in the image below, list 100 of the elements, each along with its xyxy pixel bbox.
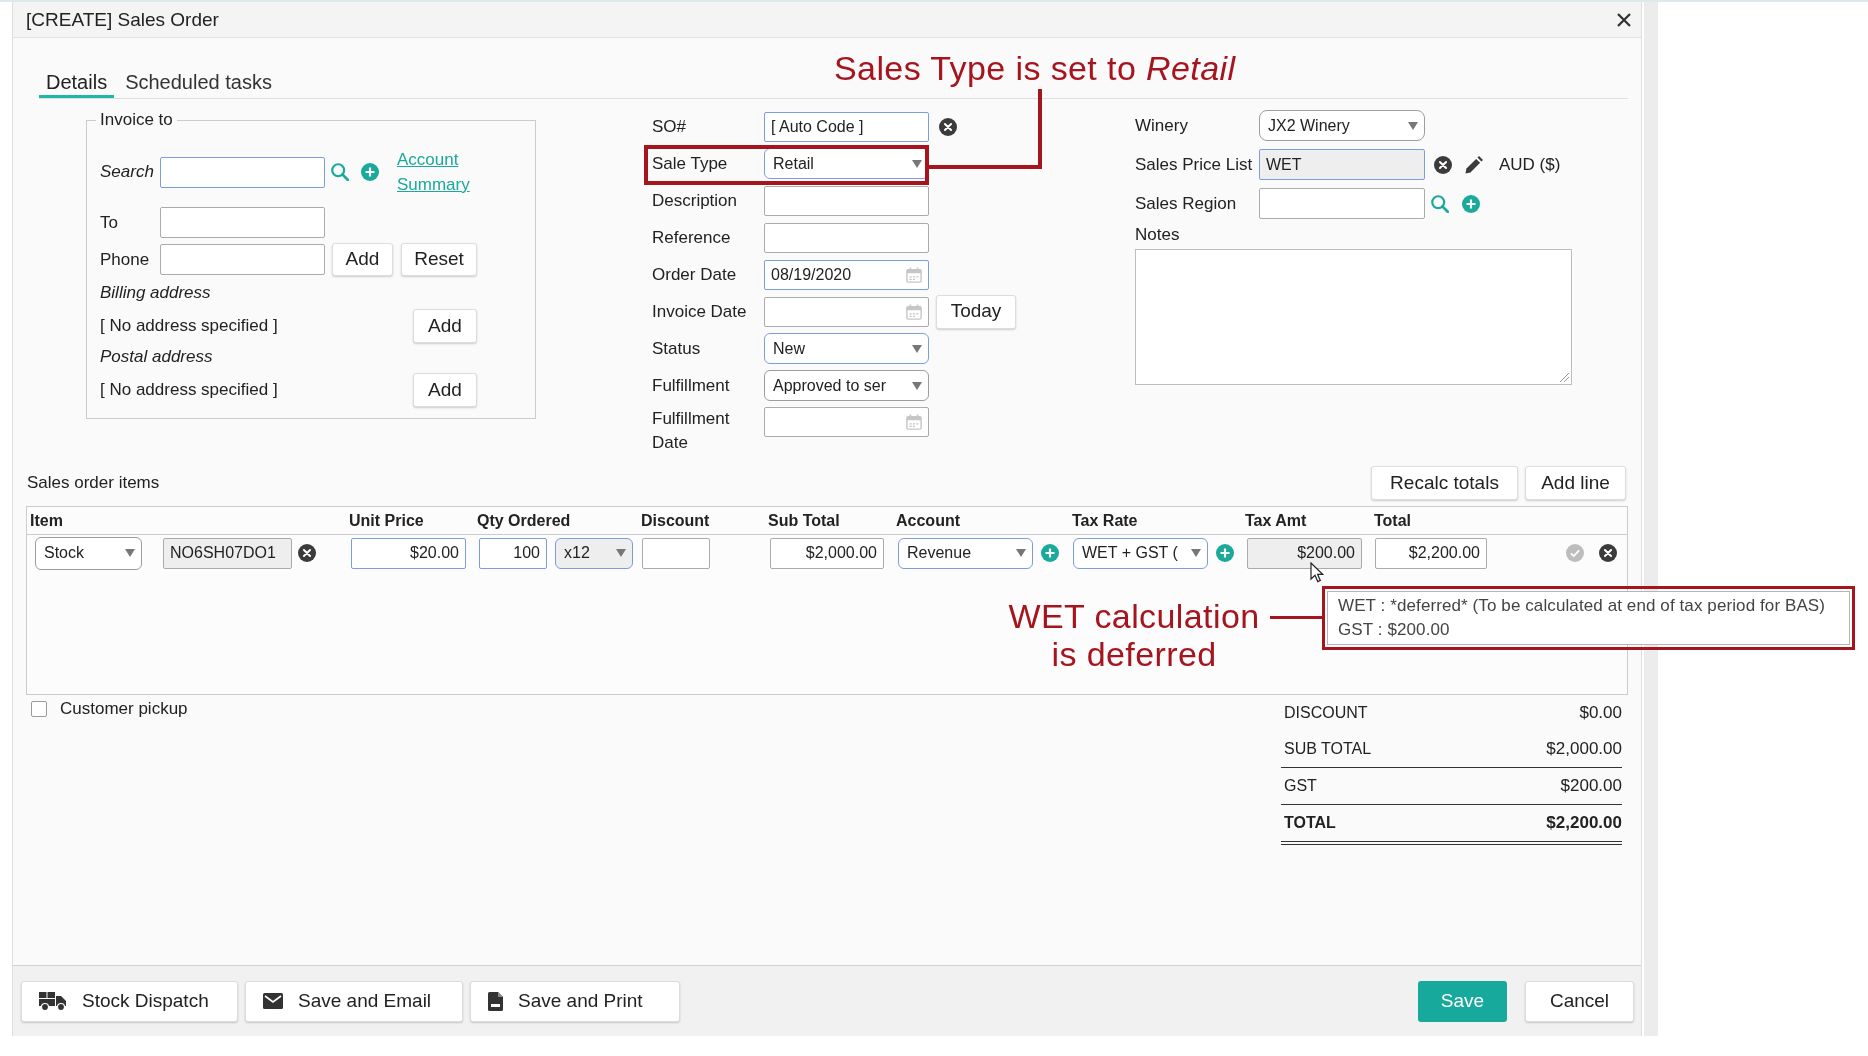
input-field[interactable]: $20.00 bbox=[351, 537, 466, 569]
input-field[interactable] bbox=[1259, 188, 1425, 219]
button[interactable]: Today bbox=[936, 294, 1016, 329]
section-label: Billing address bbox=[100, 283, 211, 303]
button[interactable]: Reset bbox=[401, 243, 477, 276]
caret-icon bbox=[1191, 549, 1201, 557]
date-field[interactable]: 08/19/2020 bbox=[764, 259, 929, 290]
dropdown[interactable]: JX2 Winery bbox=[1259, 110, 1425, 141]
column-header: Tax Amt bbox=[1245, 511, 1307, 529]
section-title: Sales order items bbox=[26, 473, 160, 493]
address-text: [ No address specified ] bbox=[100, 316, 278, 336]
clear-icon[interactable] bbox=[1434, 155, 1452, 174]
column-header: Item bbox=[30, 511, 63, 529]
field-label: To bbox=[100, 212, 119, 233]
caret-icon bbox=[912, 159, 922, 168]
dropdown[interactable]: New bbox=[764, 333, 929, 364]
dropdown[interactable]: Stock bbox=[35, 536, 142, 570]
envelope-icon bbox=[263, 993, 283, 1009]
calendar-icon[interactable] bbox=[906, 266, 922, 283]
input-field[interactable] bbox=[160, 244, 325, 275]
column-header: Unit Price bbox=[349, 511, 424, 529]
caret-icon bbox=[125, 549, 135, 557]
caret-icon bbox=[912, 381, 922, 390]
dispatch-button[interactable]: Stock Dispatch bbox=[21, 980, 238, 1022]
dropdown[interactable]: Revenue bbox=[898, 537, 1033, 569]
search-icon[interactable] bbox=[331, 163, 349, 181]
button[interactable]: Add bbox=[332, 243, 393, 276]
document-icon bbox=[488, 991, 503, 1011]
add-icon[interactable] bbox=[1462, 194, 1480, 213]
total-label: DISCOUNT bbox=[1284, 703, 1368, 723]
window-title: [CREATE] Sales Order bbox=[26, 7, 219, 32]
input-field[interactable] bbox=[642, 537, 710, 569]
button[interactable]: Recalc totals bbox=[1371, 466, 1518, 500]
total-value: $0.00 bbox=[1579, 703, 1622, 723]
dropdown[interactable]: Approved to ser bbox=[764, 370, 929, 401]
column-header: Account bbox=[896, 511, 960, 529]
input-field[interactable] bbox=[160, 156, 325, 188]
tab[interactable]: Details bbox=[39, 62, 115, 98]
pencil-icon[interactable] bbox=[1465, 155, 1483, 174]
input-field[interactable]: $2,000.00 bbox=[770, 537, 884, 569]
email-button[interactable]: Save and Email bbox=[245, 980, 463, 1022]
field-label: Fulfillment Date bbox=[652, 408, 731, 454]
resize-grip-icon[interactable] bbox=[1559, 372, 1569, 382]
truck-icon bbox=[39, 991, 67, 1011]
input-field[interactable]: 100 bbox=[479, 537, 547, 569]
button[interactable]: Add bbox=[413, 309, 477, 343]
field-label: Search bbox=[100, 162, 155, 182]
input-field[interactable]: NO6SH07DO1 bbox=[163, 537, 292, 569]
input-field[interactable] bbox=[160, 207, 325, 238]
field-label: Winery bbox=[1135, 115, 1189, 136]
field-label: Fulfillment bbox=[652, 374, 731, 397]
calendar-icon[interactable] bbox=[906, 303, 922, 320]
total-label: GST bbox=[1284, 776, 1317, 796]
secondary-button[interactable]: Cancel bbox=[1525, 980, 1634, 1022]
field-label: Sales Price List bbox=[1135, 154, 1254, 175]
clear-icon[interactable] bbox=[298, 544, 316, 562]
add-icon[interactable] bbox=[1041, 544, 1059, 562]
caret-icon bbox=[1016, 549, 1026, 557]
dropdown[interactable]: x12 bbox=[555, 537, 633, 569]
caret-icon bbox=[912, 344, 922, 353]
checkbox-label: Customer pickup bbox=[60, 699, 188, 719]
tooltip-text: GST : $200.00 bbox=[1338, 619, 1451, 641]
column-header: Total bbox=[1374, 511, 1412, 529]
field-label: SO# bbox=[652, 115, 688, 138]
button[interactable]: Add line bbox=[1525, 466, 1626, 500]
column-header: Discount bbox=[641, 511, 710, 529]
dropdown[interactable]: WET + GST ( bbox=[1073, 537, 1208, 569]
field-label: Status bbox=[652, 337, 702, 360]
total-label: SUB TOTAL bbox=[1284, 739, 1372, 759]
field-label: Sale Type bbox=[652, 152, 729, 175]
total-value: $2,000.00 bbox=[1546, 739, 1622, 759]
column-header: Tax Rate bbox=[1072, 511, 1138, 529]
input-field[interactable]: WET bbox=[1259, 149, 1425, 180]
print-button[interactable]: Save and Print bbox=[470, 980, 680, 1022]
date-field[interactable] bbox=[764, 296, 929, 327]
input-field[interactable]: $200.00 bbox=[1247, 537, 1362, 569]
field-label: Description bbox=[652, 189, 739, 212]
input-field[interactable]: [ Auto Code ] bbox=[764, 111, 929, 142]
input-field[interactable] bbox=[764, 185, 929, 216]
input-field[interactable]: $2,200.00 bbox=[1375, 537, 1487, 569]
checkbox[interactable] bbox=[31, 701, 47, 717]
close-icon[interactable] bbox=[1617, 12, 1631, 27]
add-icon[interactable] bbox=[1216, 544, 1234, 562]
caret-icon bbox=[1408, 121, 1418, 130]
check-icon[interactable] bbox=[1566, 544, 1584, 562]
annotation-text: WET calculation is deferred bbox=[1007, 597, 1261, 673]
mouse-pointer-icon bbox=[1310, 562, 1324, 583]
total-value: $2,200.00 bbox=[1546, 813, 1622, 833]
input-field[interactable] bbox=[764, 222, 929, 253]
clear-icon[interactable] bbox=[939, 117, 957, 136]
calendar-icon[interactable] bbox=[906, 414, 922, 430]
tab[interactable]: Scheduled tasks bbox=[118, 62, 279, 98]
date-field[interactable] bbox=[764, 407, 929, 437]
total-label: TOTAL bbox=[1284, 813, 1336, 833]
clear-icon[interactable] bbox=[1599, 544, 1617, 562]
field-label: Invoice Date bbox=[652, 300, 748, 323]
add-icon[interactable] bbox=[361, 163, 379, 181]
search-icon[interactable] bbox=[1431, 194, 1449, 213]
address-text: [ No address specified ] bbox=[100, 380, 278, 400]
button[interactable]: Add bbox=[413, 373, 477, 407]
